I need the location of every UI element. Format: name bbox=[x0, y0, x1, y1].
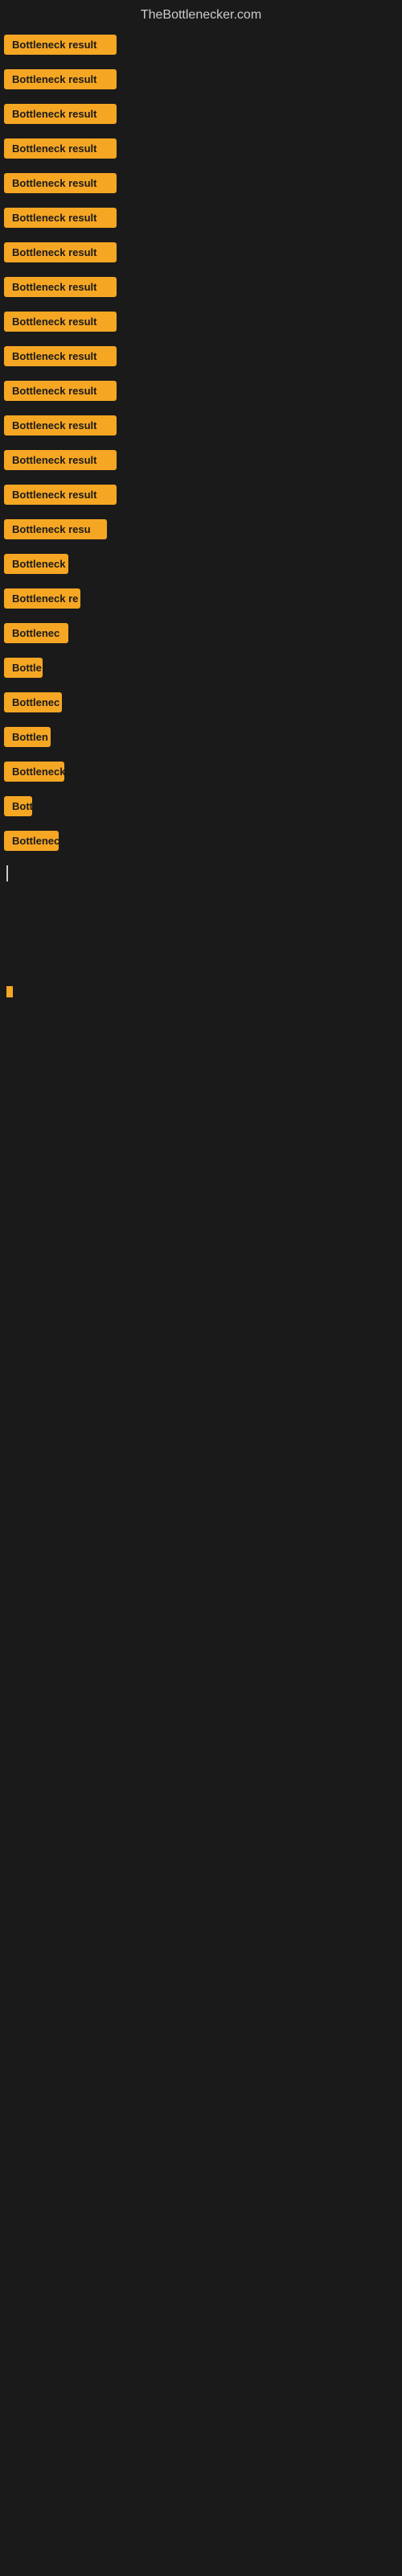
bottleneck-badge[interactable]: Bottleneck result bbox=[4, 35, 117, 55]
site-title: TheBottlenecker.com bbox=[0, 0, 402, 35]
list-item: Bottleneck result bbox=[4, 415, 398, 436]
small-indicator bbox=[6, 986, 13, 997]
bottleneck-badge[interactable]: Bott bbox=[4, 796, 32, 816]
bottleneck-badge[interactable]: Bottleneck result bbox=[4, 346, 117, 366]
list-item: Bottleneck result bbox=[4, 485, 398, 505]
list-item: Bottlenec bbox=[4, 623, 398, 643]
bottleneck-badge[interactable]: Bottleneck result bbox=[4, 450, 117, 470]
list-item: Bott bbox=[4, 796, 398, 816]
bottleneck-badge[interactable]: Bottlenec bbox=[4, 692, 62, 712]
list-item: Bottleneck result bbox=[4, 242, 398, 262]
bottleneck-badge[interactable]: Bottlen bbox=[4, 727, 51, 747]
list-item: Bottleneck result bbox=[4, 450, 398, 470]
cursor-indicator bbox=[6, 865, 8, 881]
list-item: Bottleneck result bbox=[4, 173, 398, 193]
bottleneck-badge[interactable]: Bottleneck result bbox=[4, 381, 117, 401]
list-item: Bottlenec bbox=[4, 831, 398, 851]
list-item: Bottleneck result bbox=[4, 346, 398, 366]
bottleneck-badge[interactable]: Bottleneck result bbox=[4, 69, 117, 89]
bottleneck-badge[interactable]: Bottleneck result bbox=[4, 242, 117, 262]
bottleneck-badge[interactable]: Bottleneck result bbox=[4, 277, 117, 297]
list-item: Bottleneck result bbox=[4, 104, 398, 124]
bottleneck-badge[interactable]: Bottleneck result bbox=[4, 138, 117, 159]
list-item: Bottleneck result bbox=[4, 69, 398, 89]
page-wrapper: TheBottlenecker.com Bottleneck result Bo… bbox=[0, 0, 402, 997]
list-item: Bottleneck result bbox=[4, 312, 398, 332]
list-item: Bottleneck result bbox=[4, 277, 398, 297]
bottleneck-badge[interactable]: Bottleneck result bbox=[4, 208, 117, 228]
bottleneck-badge[interactable]: Bottlenec bbox=[4, 831, 59, 851]
bottleneck-badge[interactable]: Bottleneck result bbox=[4, 173, 117, 193]
list-item: Bottleneck bbox=[4, 762, 398, 782]
list-item: Bottle bbox=[4, 658, 398, 678]
list-item: Bottleneck result bbox=[4, 381, 398, 401]
list-item: Bottlenec bbox=[4, 692, 398, 712]
bottleneck-badge[interactable]: Bottleneck result bbox=[4, 312, 117, 332]
bottleneck-list: Bottleneck result Bottleneck result Bott… bbox=[0, 35, 402, 997]
list-item: Bottleneck result bbox=[4, 35, 398, 55]
list-item: Bottleneck re bbox=[4, 588, 398, 609]
bottleneck-badge[interactable]: Bottleneck bbox=[4, 554, 68, 574]
bottleneck-badge[interactable]: Bottleneck resu bbox=[4, 519, 107, 539]
bottleneck-badge[interactable]: Bottleneck re bbox=[4, 588, 80, 609]
bottleneck-badge[interactable]: Bottleneck result bbox=[4, 485, 117, 505]
bottleneck-badge[interactable]: Bottlenec bbox=[4, 623, 68, 643]
bottleneck-badge[interactable]: Bottleneck result bbox=[4, 104, 117, 124]
bottleneck-badge[interactable]: Bottleneck result bbox=[4, 415, 117, 436]
list-item: Bottleneck result bbox=[4, 138, 398, 159]
list-item: Bottleneck result bbox=[4, 208, 398, 228]
list-item: Bottleneck bbox=[4, 554, 398, 574]
list-item: Bottleneck resu bbox=[4, 519, 398, 539]
bottleneck-badge[interactable]: Bottle bbox=[4, 658, 43, 678]
bottleneck-badge[interactable]: Bottleneck bbox=[4, 762, 64, 782]
spacer bbox=[4, 886, 398, 982]
list-item: Bottlen bbox=[4, 727, 398, 747]
